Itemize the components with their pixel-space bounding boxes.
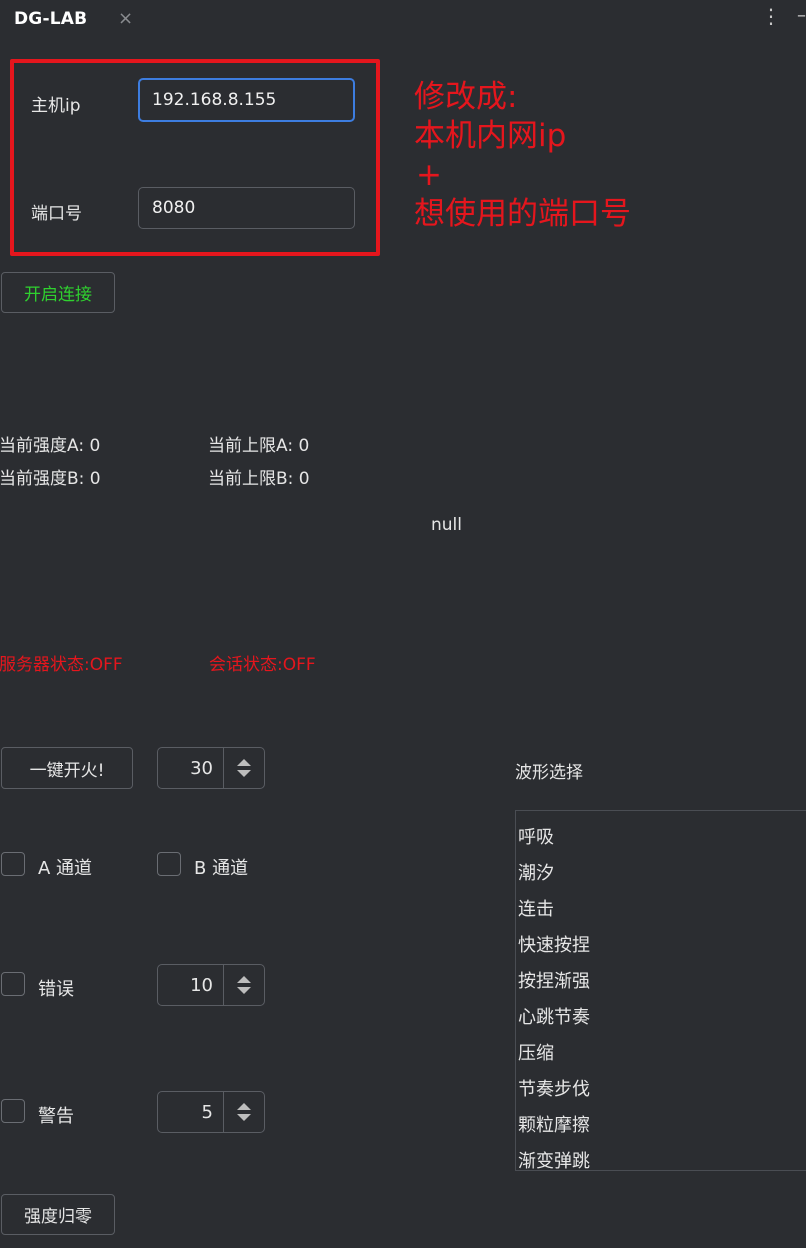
server-status-text: 服务器状态:OFF bbox=[0, 655, 123, 675]
more-options-icon[interactable]: ⋮ bbox=[761, 6, 781, 26]
annotation-line-1: 修改成: bbox=[414, 79, 518, 115]
waveform-item[interactable]: 节奏步伐 bbox=[518, 1075, 806, 1111]
fire-strength-arrows[interactable] bbox=[223, 748, 264, 788]
warning-value[interactable]: 5 bbox=[158, 1092, 223, 1132]
host-ip-input[interactable] bbox=[138, 78, 355, 122]
app-window: DG-LAB × ⋮ – 主机ip 端口号 修改成: 本机内网ip + 想使用的… bbox=[0, 0, 806, 1248]
spinner-up-icon[interactable] bbox=[237, 759, 251, 766]
waveform-item[interactable]: 按捏渐强 bbox=[518, 967, 806, 1003]
limit-b-text: 当前上限B: 0 bbox=[208, 469, 310, 489]
error-spinner[interactable]: 10 bbox=[157, 964, 265, 1006]
waveform-item[interactable]: 潮汐 bbox=[518, 859, 806, 895]
error-value[interactable]: 10 bbox=[158, 965, 223, 1005]
annotation-line-2: 本机内网ip bbox=[414, 118, 567, 154]
limit-a-text: 当前上限A: 0 bbox=[208, 436, 310, 456]
spinner-down-icon[interactable] bbox=[237, 987, 251, 994]
warning-checkbox[interactable] bbox=[1, 1099, 25, 1123]
warning-spinner[interactable]: 5 bbox=[157, 1091, 265, 1133]
port-label: 端口号 bbox=[31, 204, 82, 224]
waveform-list[interactable]: 呼吸 潮汐 连击 快速按捏 按捏渐强 心跳节奏 压缩 节奏步伐 颗粒摩擦 渐变弹… bbox=[515, 810, 806, 1171]
host-label: 主机ip bbox=[31, 96, 81, 116]
connect-button[interactable]: 开启连接 bbox=[1, 272, 115, 313]
minimize-icon[interactable]: – bbox=[797, 5, 806, 26]
waveform-item[interactable]: 压缩 bbox=[518, 1039, 806, 1075]
fire-strength-value[interactable]: 30 bbox=[158, 748, 223, 788]
strength-b-text: 当前强度B: 0 bbox=[0, 469, 101, 489]
error-checkbox[interactable] bbox=[1, 972, 25, 996]
error-label[interactable]: 错误 bbox=[38, 975, 74, 1001]
message-text: null bbox=[431, 515, 462, 535]
strength-a-text: 当前强度A: 0 bbox=[0, 436, 101, 456]
port-input[interactable] bbox=[138, 187, 355, 229]
waveform-item[interactable]: 渐变弹跳 bbox=[518, 1147, 806, 1170]
waveform-item[interactable]: 颗粒摩擦 bbox=[518, 1111, 806, 1147]
annotation-line-3: + bbox=[416, 157, 442, 193]
spinner-up-icon[interactable] bbox=[237, 1103, 251, 1110]
spinner-down-icon[interactable] bbox=[237, 770, 251, 777]
close-icon[interactable]: × bbox=[118, 8, 133, 29]
fire-strength-spinner[interactable]: 30 bbox=[157, 747, 265, 789]
channel-b-label[interactable]: B 通道 bbox=[194, 854, 248, 880]
session-status-text: 会话状态:OFF bbox=[209, 655, 316, 675]
error-arrows[interactable] bbox=[223, 965, 264, 1005]
waveform-item[interactable]: 呼吸 bbox=[518, 823, 806, 859]
waveform-item[interactable]: 连击 bbox=[518, 895, 806, 931]
channel-a-label[interactable]: A 通道 bbox=[38, 854, 92, 880]
tab-title[interactable]: DG-LAB bbox=[14, 9, 87, 29]
annotation-line-4: 想使用的端口号 bbox=[414, 196, 631, 232]
waveform-item[interactable]: 心跳节奏 bbox=[518, 1003, 806, 1039]
waveform-item[interactable]: 快速按捏 bbox=[518, 931, 806, 967]
waveform-title: 波形选择 bbox=[515, 763, 583, 783]
spinner-up-icon[interactable] bbox=[237, 976, 251, 983]
warning-arrows[interactable] bbox=[223, 1092, 264, 1132]
reset-strength-button[interactable]: 强度归零 bbox=[1, 1194, 115, 1235]
spinner-down-icon[interactable] bbox=[237, 1114, 251, 1121]
warning-label[interactable]: 警告 bbox=[38, 1102, 74, 1128]
fire-button[interactable]: 一键开火! bbox=[1, 747, 133, 789]
channel-a-checkbox[interactable] bbox=[1, 852, 25, 876]
channel-b-checkbox[interactable] bbox=[157, 852, 181, 876]
